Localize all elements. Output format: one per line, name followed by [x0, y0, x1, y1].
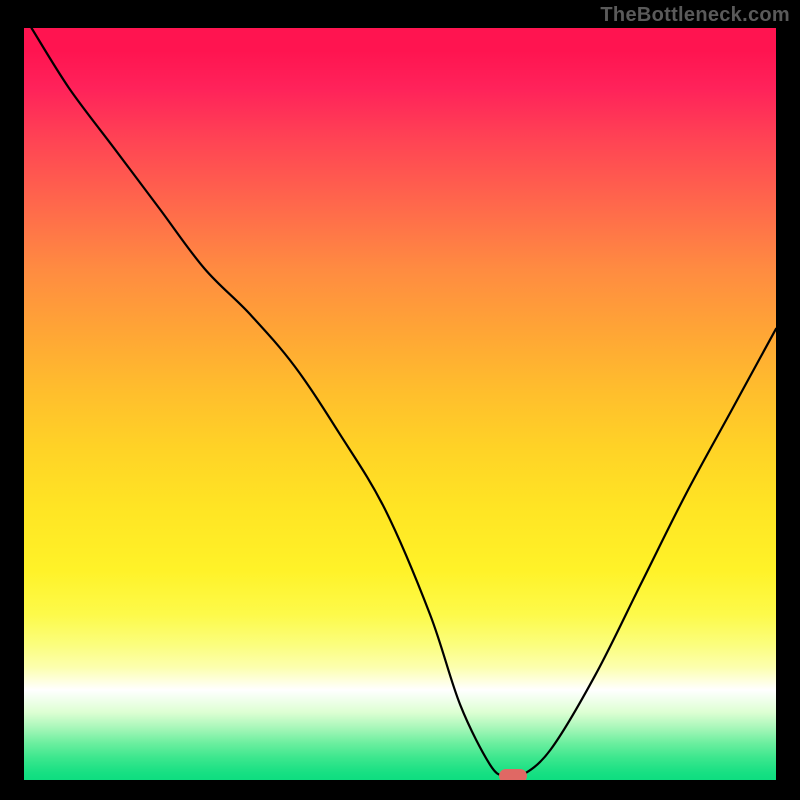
- optimum-marker: [499, 769, 527, 780]
- bottleneck-curve: [24, 28, 776, 780]
- watermark-text: TheBottleneck.com: [600, 4, 790, 27]
- plot-area: [24, 28, 776, 780]
- chart-frame: TheBottleneck.com: [0, 0, 800, 800]
